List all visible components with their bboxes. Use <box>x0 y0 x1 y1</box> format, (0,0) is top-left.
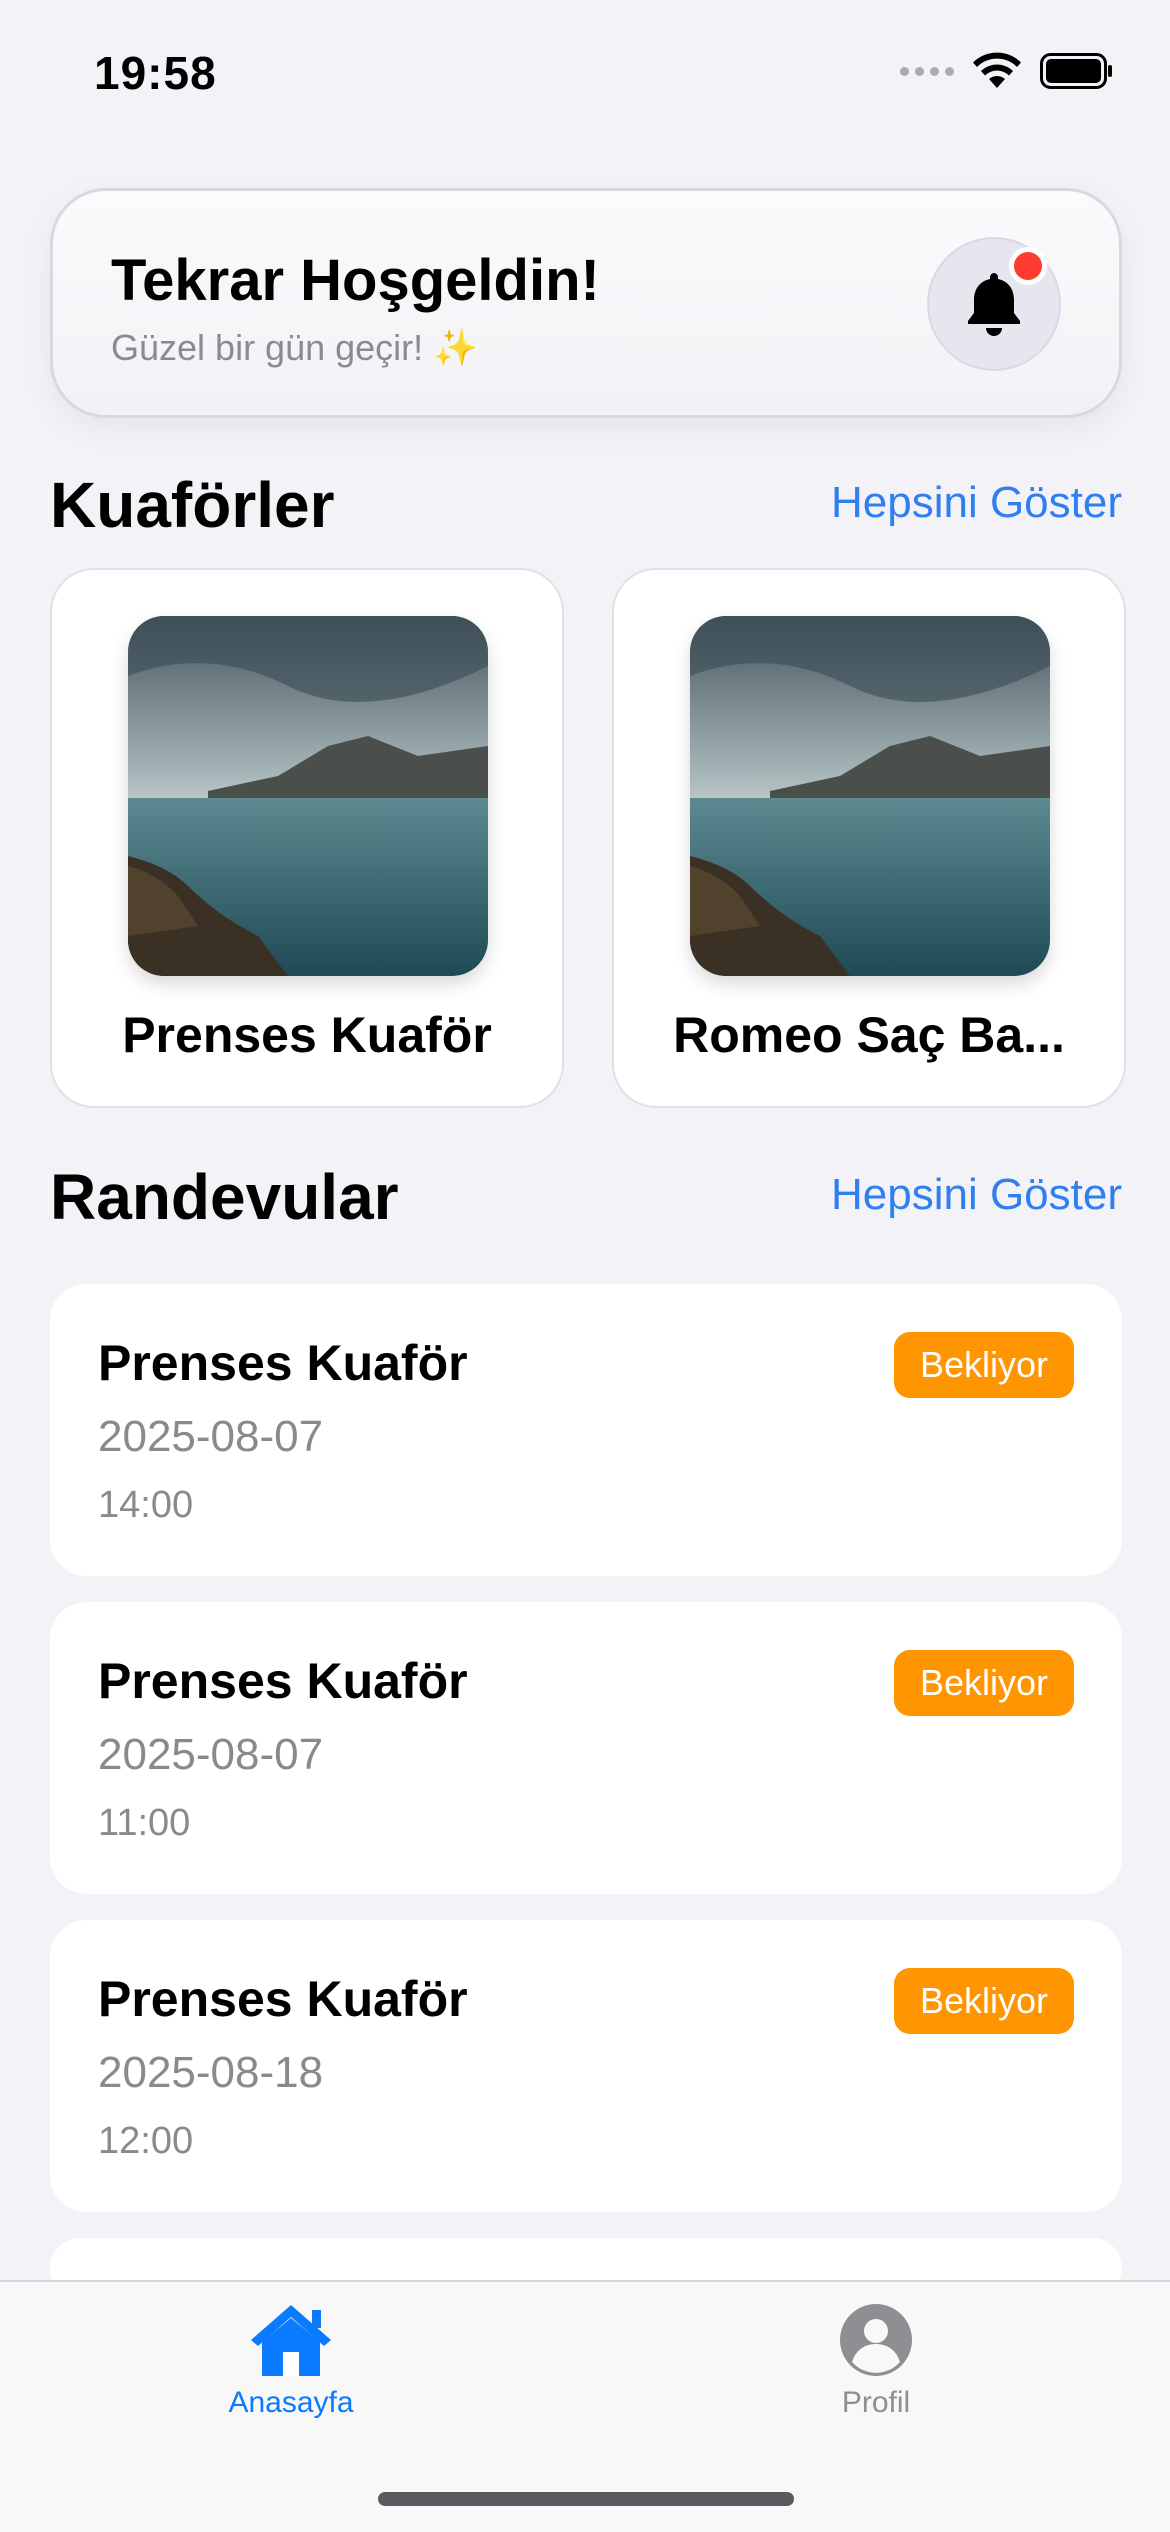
appointment-date: 2025-08-07 <box>98 1730 324 1779</box>
salon-image <box>128 616 488 976</box>
tab-profile-label: Profil <box>841 2386 911 2419</box>
tab-home-label: Anasayfa <box>228 2386 354 2419</box>
notifications-button[interactable] <box>927 237 1061 371</box>
wifi-icon <box>973 52 1021 88</box>
notification-badge-dot <box>1009 247 1047 285</box>
profile-icon <box>840 2304 912 2376</box>
status-badge: Bekliyor <box>893 1650 1074 1716</box>
appointment-time: 14:00 <box>98 1484 194 1526</box>
appointment-time: 12:00 <box>98 2120 194 2162</box>
home-indicator <box>378 2492 794 2506</box>
salon-card[interactable]: Prenses Kuaför <box>50 568 564 1108</box>
salon-image <box>690 616 1050 976</box>
salons-show-all-link[interactable]: Hepsini Göster <box>831 478 1122 528</box>
status-time: 19:58 <box>94 47 217 99</box>
battery-icon <box>1040 53 1112 89</box>
home-icon <box>251 2305 331 2376</box>
appointment-date: 2025-08-07 <box>98 1412 324 1461</box>
salon-name: Romeo Saç Ba... <box>673 1007 1065 1063</box>
tab-profile[interactable]: Profil <box>776 2302 976 2420</box>
welcome-title: Tekrar Hoşgeldin! <box>111 248 600 313</box>
appointment-card[interactable]: Prenses Kuaför 2025-08-07 14:00 Bekliyor <box>50 1284 1122 1576</box>
salon-name: Prenses Kuaför <box>122 1007 492 1063</box>
appointment-salon: Prenses Kuaför <box>98 1335 468 1391</box>
appointments-section-title: Randevular <box>50 1161 399 1233</box>
appointment-time: 11:00 <box>98 1802 191 1844</box>
status-bar: 19:58 <box>0 0 1170 150</box>
status-badge: Bekliyor <box>893 1332 1074 1398</box>
appointment-card[interactable]: Prenses Kuaför 2025-08-07 11:00 Bekliyor <box>50 1602 1122 1894</box>
welcome-card: Tekrar Hoşgeldin! Güzel bir gün geçir! ✨ <box>50 188 1122 418</box>
status-badge: Bekliyor <box>893 1968 1074 2034</box>
cellular-signal-icon <box>900 66 954 76</box>
appointment-card[interactable]: Prenses Kuaför 2025-08-18 12:00 Bekliyor <box>50 1920 1122 2212</box>
salon-card[interactable]: Romeo Saç Ba... <box>612 568 1126 1108</box>
salons-section-title: Kuaförler <box>50 469 335 541</box>
appointment-salon: Prenses Kuaför <box>98 1653 468 1709</box>
welcome-subtitle: Güzel bir gün geçir! ✨ <box>111 327 478 368</box>
appointment-date: 2025-08-18 <box>98 2048 324 2097</box>
appointment-salon: Prenses Kuaför <box>98 1971 468 2027</box>
appointments-show-all-link[interactable]: Hepsini Göster <box>831 1170 1122 1220</box>
tab-home[interactable]: Anasayfa <box>191 2302 391 2420</box>
status-icons <box>900 52 1114 90</box>
